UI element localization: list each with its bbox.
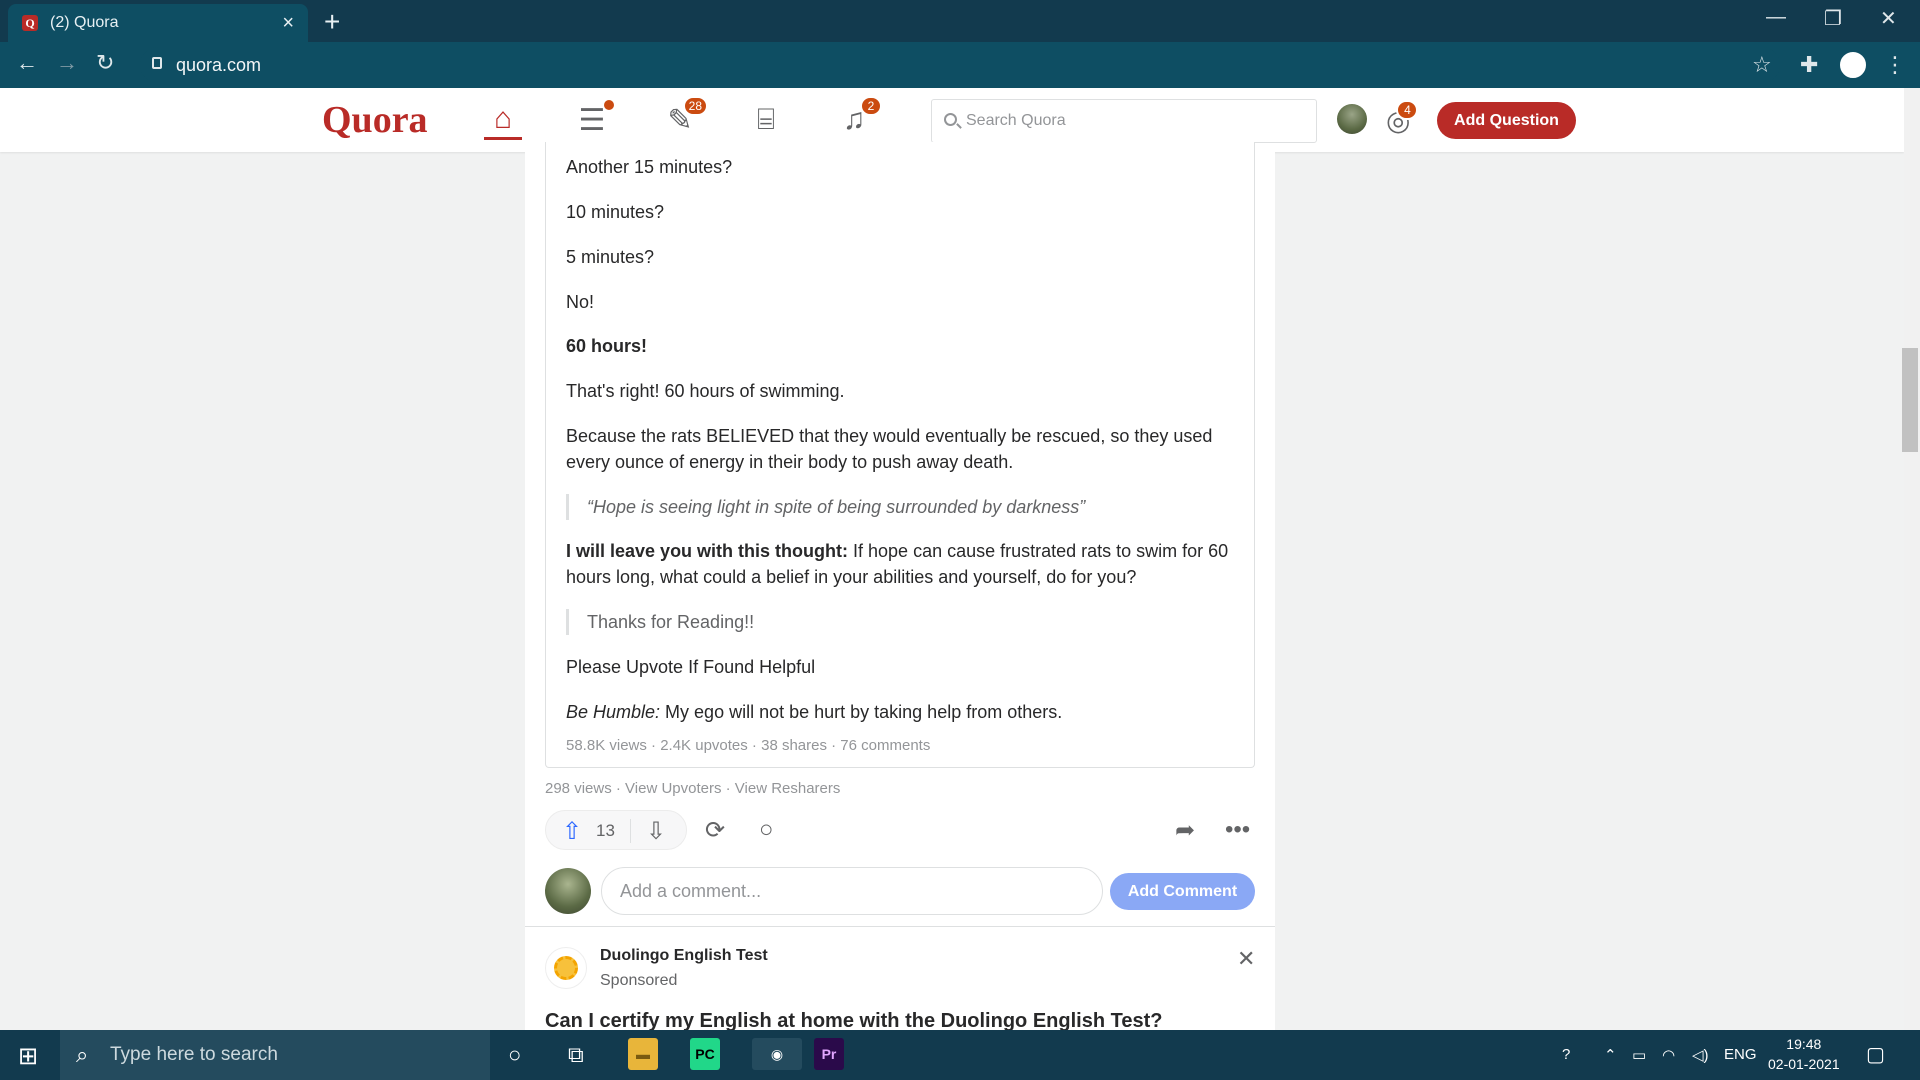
answer-paragraph: Because the rats BELIEVED that they woul… [566, 426, 1213, 472]
answer-paragraph: 10 minutes? [566, 202, 665, 222]
search-placeholder: Search Quora [966, 112, 1066, 129]
vote-divider [630, 819, 631, 843]
premiere-icon[interactable]: Pr [814, 1038, 844, 1070]
forward-icon[interactable]: → [56, 50, 78, 76]
answer-paragraph: 5 minutes? [566, 247, 655, 267]
scrollbar-track[interactable] [1904, 88, 1920, 1030]
answer-quote: Thanks for Reading!! [566, 609, 754, 635]
scrollbar-thumb[interactable] [1902, 348, 1918, 452]
volume-icon[interactable]: ◁) [1692, 1046, 1709, 1064]
tray-chevron-icon[interactable]: ⌃ [1604, 1046, 1617, 1064]
upvote-icon[interactable]: ⇧ [562, 817, 582, 846]
browser-titlebar: Q (2) Quora × + — ❐ ✕ [0, 0, 1920, 42]
following-icon[interactable]: ☰ [572, 100, 614, 140]
search-icon [944, 113, 957, 126]
more-icon[interactable]: ••• [1225, 816, 1250, 844]
reshare-icon[interactable]: ⟳ [705, 816, 725, 845]
answer-thought: I will leave you with this thought: If h… [566, 538, 1246, 590]
ad-close-icon[interactable]: ✕ [1237, 946, 1255, 972]
browser-tab[interactable]: Q (2) Quora × [8, 4, 308, 42]
back-icon[interactable]: ← [16, 50, 38, 76]
home-icon[interactable]: ⌂ [484, 100, 522, 140]
notifications-icon[interactable]: ♫ 2 [834, 96, 882, 140]
vote-group: ⇧ 13 ⇩ [545, 810, 687, 850]
new-tab-icon[interactable]: + [324, 6, 340, 38]
duolingo-logo-icon [554, 956, 578, 980]
answer-quote: “Hope is seeing light in spite of being … [566, 494, 1085, 520]
answer-paragraph: Another 15 minutes? [566, 157, 733, 177]
language-globe-icon[interactable]: ◎ 4 [1386, 100, 1419, 137]
thought-bold: I will leave you with this thought: [566, 541, 849, 561]
comment-placeholder: Add a comment... [620, 880, 762, 901]
minimize-icon[interactable]: — [1766, 6, 1786, 29]
clock-date: 02-01-2021 [1768, 1056, 1840, 1072]
pycharm-icon[interactable]: PC [690, 1038, 720, 1070]
help-icon[interactable]: ? [1562, 1046, 1570, 1063]
user-avatar[interactable] [1337, 104, 1367, 134]
extensions-icon[interactable]: ✚ [1800, 52, 1818, 78]
file-explorer-icon[interactable]: ▬ [628, 1038, 658, 1070]
notifications-badge: 2 [860, 96, 882, 116]
window-close-icon[interactable]: ✕ [1880, 6, 1897, 31]
answer-icon[interactable]: ✎ 28 [660, 96, 708, 140]
answer-humble: Be Humble: My ego will not be hurt by ta… [566, 699, 1246, 725]
taskbar: ⊞ ⌕ Type here to search ○ ⧉ ▬ PC ◉ Pr ? … [0, 1030, 1920, 1080]
tab-close-icon[interactable]: × [282, 12, 294, 35]
answer-badge: 28 [682, 96, 708, 116]
task-view-icon[interactable]: ⧉ [568, 1042, 584, 1068]
comment-icon[interactable]: ○ [759, 816, 774, 844]
spaces-icon[interactable]: ⌸ [746, 100, 786, 140]
url-text: quora.com [176, 54, 262, 75]
duolingo-logo[interactable] [545, 947, 587, 989]
languages-badge: 4 [1396, 100, 1419, 120]
clock-time: 19:48 [1786, 1036, 1822, 1052]
wifi-icon[interactable]: ◠ [1662, 1046, 1675, 1064]
upvote-count: 13 [596, 821, 615, 840]
humble-text: My ego will not be hurt by taking help f… [660, 702, 1063, 722]
search-input[interactable]: Search Quora [931, 99, 1317, 143]
menu-icon[interactable]: ⋮ [1884, 52, 1906, 78]
answer-stats[interactable]: 58.8K views · 2.4K upvotes · 38 shares ·… [566, 737, 930, 754]
share-meta[interactable]: 298 views · View Upvoters · View Reshare… [545, 780, 840, 797]
answer-paragraph: 60 hours! [566, 336, 648, 356]
downvote-icon[interactable]: ⇩ [646, 817, 666, 846]
add-question-button[interactable]: Add Question [1437, 102, 1576, 139]
tab-title: (2) Quora [50, 14, 119, 31]
answer-paragraph: No! [566, 292, 595, 312]
windows-start-icon[interactable]: ⊞ [18, 1042, 38, 1071]
browser-toolbar: ← → ↻ quora.com ☆ ✚ ⋮ [0, 42, 1920, 88]
answer-paragraph: Please Upvote If Found Helpful [566, 657, 816, 677]
star-icon[interactable]: ☆ [1752, 52, 1772, 78]
reload-icon[interactable]: ↻ [96, 50, 114, 76]
taskbar-search-placeholder: Type here to search [110, 1044, 278, 1065]
address-bar[interactable]: quora.com [140, 47, 1780, 83]
lock-icon [152, 57, 162, 69]
add-comment-button[interactable]: Add Comment [1110, 873, 1255, 910]
quora-favicon-icon: Q [22, 15, 38, 31]
restore-icon[interactable]: ❐ [1824, 6, 1842, 31]
humble-italic: Be Humble: [566, 702, 661, 722]
share-icon[interactable]: ➦ [1175, 816, 1195, 845]
ad-name[interactable]: Duolingo English Test [600, 947, 768, 965]
commenter-avatar [545, 868, 591, 914]
comment-input[interactable]: Add a comment... [601, 867, 1103, 915]
chrome-icon[interactable]: ◉ [752, 1038, 802, 1070]
following-dot [604, 100, 614, 110]
action-center-icon[interactable]: ▢ [1866, 1042, 1885, 1067]
profile-avatar[interactable] [1840, 52, 1866, 78]
divider [525, 926, 1275, 927]
clock[interactable]: 19:48 02-01-2021 [1768, 1034, 1840, 1074]
battery-icon[interactable]: ▭ [1632, 1046, 1646, 1064]
ad-sponsored-label: Sponsored [600, 972, 678, 989]
taskbar-search[interactable]: ⌕ Type here to search [60, 1030, 490, 1080]
answer-paragraph: That's right! 60 hours of swimming. [566, 381, 845, 401]
quora-logo[interactable]: Quora [322, 98, 428, 142]
taskbar-search-icon: ⌕ [76, 1042, 89, 1067]
cortana-icon[interactable]: ○ [508, 1042, 521, 1068]
language-indicator[interactable]: ENG [1724, 1046, 1757, 1063]
